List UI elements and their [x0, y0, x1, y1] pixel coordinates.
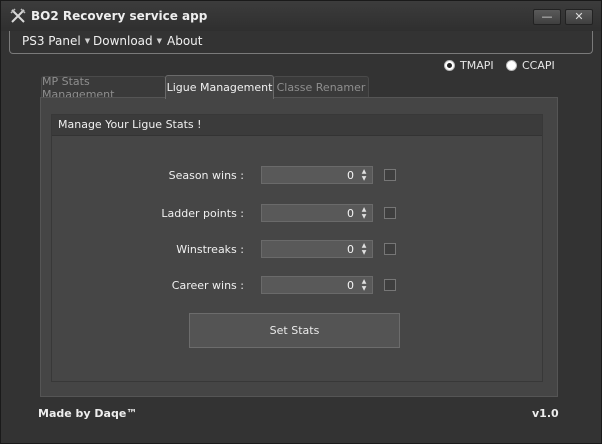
ladder-points-checkbox[interactable] — [384, 207, 396, 219]
ladder-points-value: 0 — [347, 207, 354, 220]
menu-download-label: Download — [93, 34, 153, 48]
ladder-points-spinbox[interactable]: 0 ▲ ▼ — [261, 204, 373, 222]
chevron-down-icon: ▼ — [84, 37, 91, 45]
tab-classe-renamer[interactable]: Classe Renamer — [273, 76, 369, 98]
minimize-button[interactable]: — — [533, 9, 561, 25]
crossed-swords-icon — [10, 8, 26, 23]
winstreaks-spinbox[interactable]: 0 ▲ ▼ — [261, 240, 373, 258]
radio-checked-icon — [444, 60, 455, 71]
menu-about[interactable]: About — [167, 34, 202, 48]
tab-ligue-management[interactable]: Ligue Management — [165, 75, 274, 99]
radio-ccapi[interactable]: CCAPI — [506, 59, 555, 72]
app-window: BO2 Recovery service app — ✕ PS3 Panel ▼… — [0, 0, 602, 444]
winstreaks-value: 0 — [347, 243, 354, 256]
arrow-up-icon[interactable]: ▲ — [358, 168, 370, 175]
menu-about-label: About — [167, 34, 203, 48]
arrow-down-icon[interactable]: ▼ — [358, 175, 370, 182]
tab-classe-renamer-label: Classe Renamer — [276, 81, 366, 94]
menu-ps3-panel-label: PS3 Panel — [22, 34, 81, 48]
winstreaks-label: Winstreaks : — [176, 243, 244, 256]
arrow-down-icon[interactable]: ▼ — [358, 285, 370, 292]
season-wins-spinbox[interactable]: 0 ▲ ▼ — [261, 166, 373, 184]
radio-ccapi-label: CCAPI — [522, 59, 555, 72]
season-wins-label: Season wins : — [168, 169, 244, 182]
arrow-down-icon[interactable]: ▼ — [358, 249, 370, 256]
radio-tmapi[interactable]: TMAPI — [444, 59, 494, 72]
menu-ps3-panel[interactable]: PS3 Panel ▼ — [22, 34, 90, 48]
menu-download[interactable]: Download ▼ — [93, 34, 162, 48]
chevron-down-icon: ▼ — [156, 37, 163, 45]
window-title: BO2 Recovery service app — [31, 9, 208, 23]
tab-mp-stats[interactable]: MP Stats Management — [41, 75, 166, 101]
career-wins-checkbox[interactable] — [384, 279, 396, 291]
tab-ligue-management-label: Ligue Management — [166, 81, 273, 94]
version-label: v1.0 — [532, 407, 559, 420]
arrow-up-icon[interactable]: ▲ — [358, 278, 370, 285]
arrow-up-icon[interactable]: ▲ — [358, 242, 370, 249]
career-wins-spinbox[interactable]: 0 ▲ ▼ — [261, 276, 373, 294]
ladder-points-label: Ladder points : — [161, 207, 244, 220]
radio-tmapi-label: TMAPI — [460, 59, 494, 72]
close-button[interactable]: ✕ — [565, 9, 593, 25]
arrow-up-icon[interactable]: ▲ — [358, 206, 370, 213]
career-wins-value: 0 — [347, 279, 354, 292]
title-bar[interactable]: BO2 Recovery service app — ✕ — [1, 1, 601, 31]
season-wins-value: 0 — [347, 169, 354, 182]
set-stats-button[interactable]: Set Stats — [189, 313, 400, 348]
season-wins-checkbox[interactable] — [384, 169, 396, 181]
winstreaks-checkbox[interactable] — [384, 243, 396, 255]
author-credit: Made by Daqe™ — [38, 407, 138, 420]
set-stats-button-label: Set Stats — [269, 324, 320, 337]
group-title: Manage Your Ligue Stats ! — [52, 115, 542, 136]
career-wins-label: Career wins : — [171, 279, 244, 292]
tab-panel: Manage Your Ligue Stats ! Season wins : … — [40, 97, 558, 397]
arrow-down-icon[interactable]: ▼ — [358, 213, 370, 220]
minimize-icon: — — [541, 10, 553, 23]
close-icon: ✕ — [574, 10, 584, 23]
ligue-stats-group: Manage Your Ligue Stats ! Season wins : … — [51, 114, 543, 382]
radio-unchecked-icon — [506, 60, 517, 71]
menu-bar: PS3 Panel ▼ Download ▼ About — [9, 31, 593, 54]
